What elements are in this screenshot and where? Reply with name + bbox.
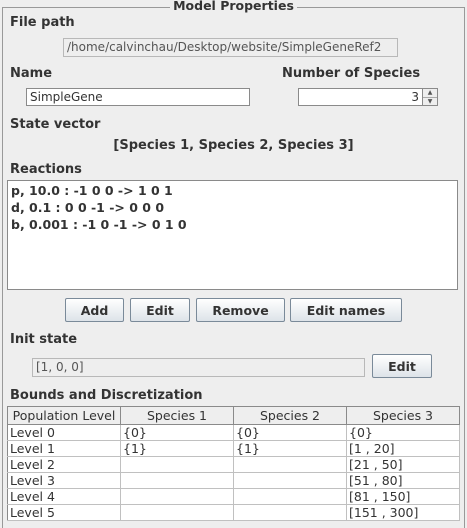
table-header-row: Population Level Species 1 Species 2 Spe… bbox=[7, 406, 460, 425]
spinner-up-icon[interactable]: ▲ bbox=[423, 89, 437, 97]
table-row[interactable]: Level 2 [21 , 50] bbox=[7, 456, 460, 473]
table-row[interactable]: Level 5 [151 , 300] bbox=[7, 504, 460, 521]
table-cell[interactable] bbox=[120, 504, 234, 521]
column-header[interactable]: Species 2 bbox=[233, 406, 347, 425]
number-of-species-spinner[interactable]: 3 bbox=[298, 88, 423, 106]
reaction-item[interactable]: d, 0.1 : 0 0 -1 -> 0 0 0 bbox=[11, 199, 454, 216]
table-cell[interactable]: Level 4 bbox=[7, 488, 121, 505]
init-state-field: [1, 0, 0] bbox=[32, 358, 365, 377]
state-vector-label: State vector bbox=[10, 117, 101, 132]
table-cell[interactable]: Level 5 bbox=[7, 504, 121, 521]
table-row[interactable]: Level 0 {0} {0} {0} bbox=[7, 424, 460, 441]
panel-title: Model Properties bbox=[0, 0, 467, 13]
table-cell[interactable] bbox=[120, 472, 234, 489]
number-of-species-label: Number of Species bbox=[282, 66, 421, 81]
edit-reaction-button[interactable]: Edit bbox=[130, 298, 190, 322]
table-cell[interactable]: {1} bbox=[233, 440, 347, 457]
table-cell[interactable]: [1 , 20] bbox=[346, 440, 460, 457]
table-cell[interactable] bbox=[233, 472, 347, 489]
table-cell[interactable]: Level 3 bbox=[7, 472, 121, 489]
edit-names-button[interactable]: Edit names bbox=[290, 298, 402, 322]
bounds-table[interactable]: Population Level Species 1 Species 2 Spe… bbox=[7, 406, 460, 521]
bounds-label: Bounds and Discretization bbox=[10, 388, 203, 403]
table-cell[interactable]: [151 , 300] bbox=[346, 504, 460, 521]
reactions-list[interactable]: p, 10.0 : -1 0 0 -> 1 0 1 d, 0.1 : 0 0 -… bbox=[7, 180, 458, 290]
init-state-label: Init state bbox=[10, 332, 78, 347]
table-cell[interactable]: Level 1 bbox=[7, 440, 121, 457]
spinner-arrows[interactable]: ▲ ▼ bbox=[422, 88, 438, 106]
add-reaction-button[interactable]: Add bbox=[65, 298, 124, 322]
table-cell[interactable] bbox=[233, 456, 347, 473]
table-cell[interactable] bbox=[233, 504, 347, 521]
table-cell[interactable] bbox=[120, 456, 234, 473]
table-cell[interactable]: Level 0 bbox=[7, 424, 121, 441]
name-label: Name bbox=[10, 66, 53, 81]
table-cell[interactable]: {1} bbox=[120, 440, 234, 457]
column-header[interactable]: Population Level bbox=[7, 406, 121, 425]
edit-init-state-button[interactable]: Edit bbox=[372, 354, 432, 378]
table-cell[interactable]: {0} bbox=[346, 424, 460, 441]
state-vector-value: [Species 1, Species 2, Species 3] bbox=[113, 138, 354, 153]
table-cell[interactable]: [81 , 150] bbox=[346, 488, 460, 505]
table-row[interactable]: Level 1 {1} {1} [1 , 20] bbox=[7, 440, 460, 457]
remove-reaction-button[interactable]: Remove bbox=[196, 298, 285, 322]
file-path-label: File path bbox=[10, 15, 75, 30]
table-cell[interactable]: {0} bbox=[233, 424, 347, 441]
column-header[interactable]: Species 1 bbox=[120, 406, 234, 425]
table-cell[interactable]: [21 , 50] bbox=[346, 456, 460, 473]
spinner-down-icon[interactable]: ▼ bbox=[423, 97, 437, 106]
column-header[interactable]: Species 3 bbox=[346, 406, 460, 425]
table-row[interactable]: Level 3 [51 , 80] bbox=[7, 472, 460, 489]
table-cell[interactable]: {0} bbox=[120, 424, 234, 441]
reaction-item[interactable]: b, 0.001 : -1 0 -1 -> 0 1 0 bbox=[11, 216, 454, 233]
file-path-field: /home/calvinchau/Desktop/website/SimpleG… bbox=[63, 38, 398, 57]
table-row[interactable]: Level 4 [81 , 150] bbox=[7, 488, 460, 505]
reactions-label: Reactions bbox=[10, 162, 82, 177]
table-cell[interactable]: [51 , 80] bbox=[346, 472, 460, 489]
table-cell[interactable] bbox=[233, 488, 347, 505]
table-cell[interactable] bbox=[120, 488, 234, 505]
reaction-item[interactable]: p, 10.0 : -1 0 0 -> 1 0 1 bbox=[11, 182, 454, 199]
name-field[interactable]: SimpleGene bbox=[26, 88, 250, 106]
table-cell[interactable]: Level 2 bbox=[7, 456, 121, 473]
